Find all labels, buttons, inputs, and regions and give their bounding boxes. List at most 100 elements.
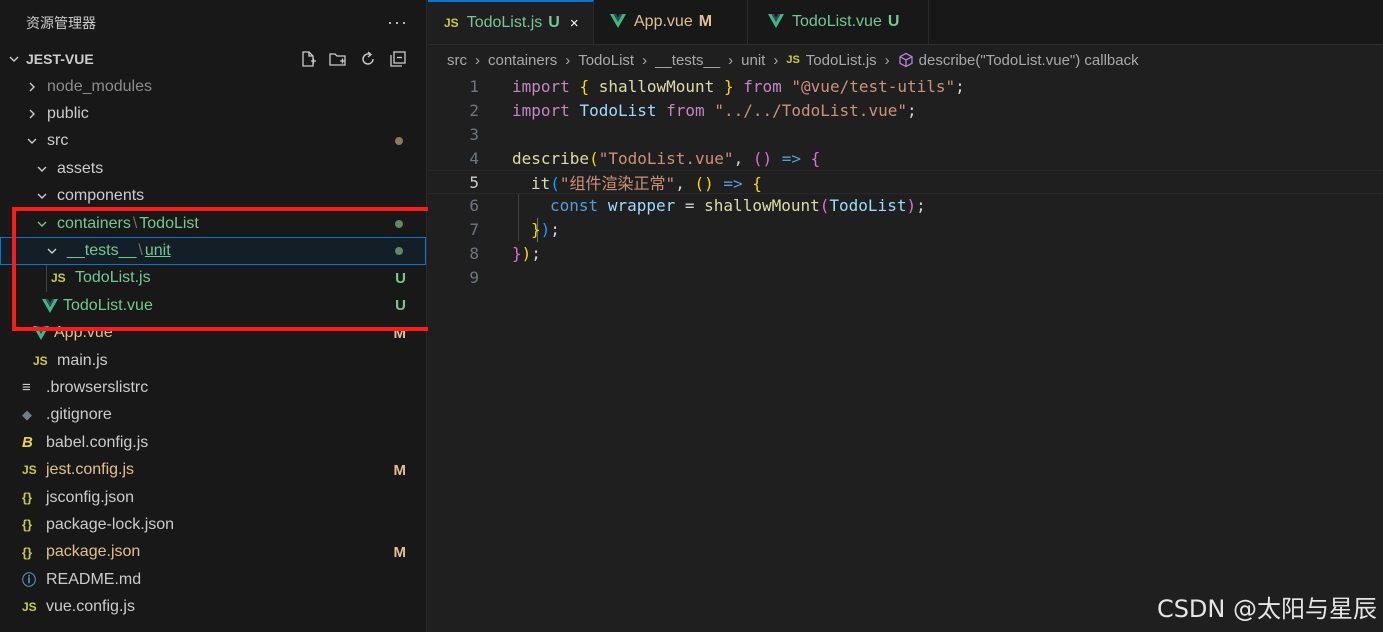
git-status-badge: U — [395, 297, 406, 315]
code-line-3: 3 — [428, 123, 1383, 147]
modified-dot — [395, 137, 403, 146]
git-status-badge: U — [395, 269, 406, 287]
tree-item-label-part: containers — [57, 214, 131, 232]
js-file-icon: JS — [33, 353, 48, 368]
token: wrapper — [607, 196, 676, 216]
chevron-down-icon — [6, 53, 22, 65]
tree-item-vue-config[interactable]: JS vue.config.js — [0, 593, 426, 620]
breadcrumb-symbol[interactable]: describe("TodoList.vue") callback — [919, 52, 1139, 69]
tree-item-label: src — [47, 132, 69, 150]
tree-item-label: vue.config.js — [46, 598, 135, 616]
js-file-icon: JS — [786, 54, 800, 66]
js-file-icon: JS — [22, 463, 37, 478]
token: ( — [819, 196, 830, 216]
tree-item-package-json[interactable]: {} package.json M — [0, 539, 426, 566]
token: { — [579, 77, 590, 97]
more-actions-icon[interactable]: ··· — [387, 12, 408, 33]
tree-item-app-vue[interactable]: App.vue M — [0, 320, 426, 347]
token: ) — [906, 196, 917, 216]
chevron-down-icon — [35, 217, 49, 231]
tree-item-gitignore[interactable]: ◆ .gitignore — [0, 402, 426, 429]
tree-item-babel-config[interactable]: B babel.config.js — [0, 429, 426, 456]
token: ; — [955, 77, 965, 97]
tab-git-status: U — [887, 13, 900, 30]
close-icon[interactable]: × — [570, 15, 579, 32]
tree-item-label: package.json — [46, 543, 141, 561]
tree-item-package-lock[interactable]: {} package-lock.json — [0, 511, 426, 538]
vue-file-icon — [610, 13, 626, 31]
refresh-icon[interactable] — [358, 49, 378, 69]
tree-item-todolist-js[interactable]: JS TodoList.js U — [0, 264, 426, 293]
token: TodoList — [829, 196, 907, 216]
token: shallowMount — [598, 77, 715, 97]
code-line-8: 8 }); — [428, 242, 1383, 266]
token: { — [752, 174, 762, 194]
breadcrumb-item[interactable]: src — [447, 52, 467, 69]
tab-todolist-js[interactable]: JS TodoList.js U × — [428, 0, 594, 44]
tree-item-containers-todolist[interactable]: containers \ TodoList — [0, 210, 426, 237]
symbol-method-icon — [898, 52, 914, 68]
token: "组件渲染正常" — [559, 174, 676, 194]
token: , — [733, 148, 753, 168]
tab-app-vue[interactable]: App.vue M — [594, 0, 748, 44]
json-file-icon: {} — [22, 544, 33, 560]
tree-item-label: public — [47, 105, 89, 123]
token: ) — [521, 243, 532, 263]
config-file-icon: ≡ — [22, 379, 31, 397]
tree-item-main-js[interactable]: JS main.js — [0, 347, 426, 374]
tree-item-jsconfig[interactable]: {} jsconfig.json — [0, 484, 426, 511]
tab-label: App.vue — [634, 13, 693, 30]
breadcrumb-item[interactable]: TodoList — [578, 52, 634, 69]
chevron-right-icon — [25, 80, 39, 94]
editor-area: JS TodoList.js U × App.vue M TodoList.vu… — [428, 0, 1383, 632]
code-editor[interactable]: 1 import { shallowMount } from "@vue/tes… — [428, 75, 1383, 289]
tree-item-label: .browserslistrc — [46, 378, 149, 396]
tree-item-tests-unit[interactable]: __tests__ \ unit — [0, 237, 426, 265]
token: => — [772, 148, 811, 168]
json-file-icon: {} — [22, 490, 33, 506]
tree-item-readme[interactable]: ⓘ README.md — [0, 566, 426, 593]
tree-item-browserslistrc[interactable]: ≡ .browserslistrc — [0, 374, 426, 401]
chevron-right-icon: › — [475, 51, 480, 69]
new-file-icon[interactable] — [298, 49, 318, 69]
token: () — [694, 174, 714, 194]
tree-item-label: node_modules — [47, 77, 152, 95]
explorer-header: 资源管理器 ··· — [0, 0, 426, 45]
tab-git-status: M — [698, 13, 713, 30]
token: "TodoList.vue" — [598, 148, 734, 168]
tree-item-todolist-vue[interactable]: TodoList.vue U — [0, 292, 426, 319]
tree-item-src[interactable]: src — [0, 128, 426, 155]
tree-item-label: App.vue — [54, 324, 113, 342]
code-line-1: 1 import { shallowMount } from "@vue/tes… — [428, 75, 1383, 99]
token: = — [675, 196, 705, 216]
breadcrumb-item[interactable]: containers — [488, 52, 557, 69]
tree-item-label: babel.config.js — [46, 433, 149, 451]
babel-file-icon: B — [22, 434, 33, 452]
tree-item-label: jsconfig.json — [46, 488, 135, 506]
tree-item-node-modules[interactable]: node_modules — [0, 73, 426, 100]
new-folder-icon[interactable] — [328, 49, 348, 69]
explorer-sidebar: 资源管理器 ··· JEST-VUE node_modules public s… — [0, 0, 427, 632]
line-number: 2 — [469, 101, 479, 121]
tree-item-jest-config[interactable]: JS jest.config.js M — [0, 456, 426, 483]
breadcrumb-item[interactable]: unit — [741, 52, 765, 69]
tree-item-components[interactable]: components — [0, 183, 426, 210]
chevron-down-icon — [35, 162, 49, 176]
tree-item-public[interactable]: public — [0, 100, 426, 127]
tab-todolist-vue[interactable]: TodoList.vue U — [748, 0, 929, 44]
untracked-dot — [395, 247, 403, 256]
breadcrumb-file[interactable]: TodoList.js — [806, 52, 877, 69]
chevron-down-icon — [45, 244, 59, 258]
token: () — [752, 148, 773, 168]
line-number: 4 — [469, 148, 479, 168]
line-number: 7 — [469, 220, 479, 240]
collapse-all-icon[interactable] — [388, 49, 408, 69]
project-root[interactable]: JEST-VUE — [0, 45, 426, 73]
editor-tabs: JS TodoList.js U × App.vue M TodoList.vu… — [428, 0, 1383, 45]
git-status-badge: M — [393, 543, 407, 561]
line-number: 9 — [469, 267, 479, 287]
tab-label: TodoList.js — [466, 14, 543, 31]
tree-item-label-part: unit — [144, 242, 171, 260]
breadcrumb-item[interactable]: __tests__ — [655, 52, 720, 69]
tree-item-assets[interactable]: assets — [0, 155, 426, 182]
